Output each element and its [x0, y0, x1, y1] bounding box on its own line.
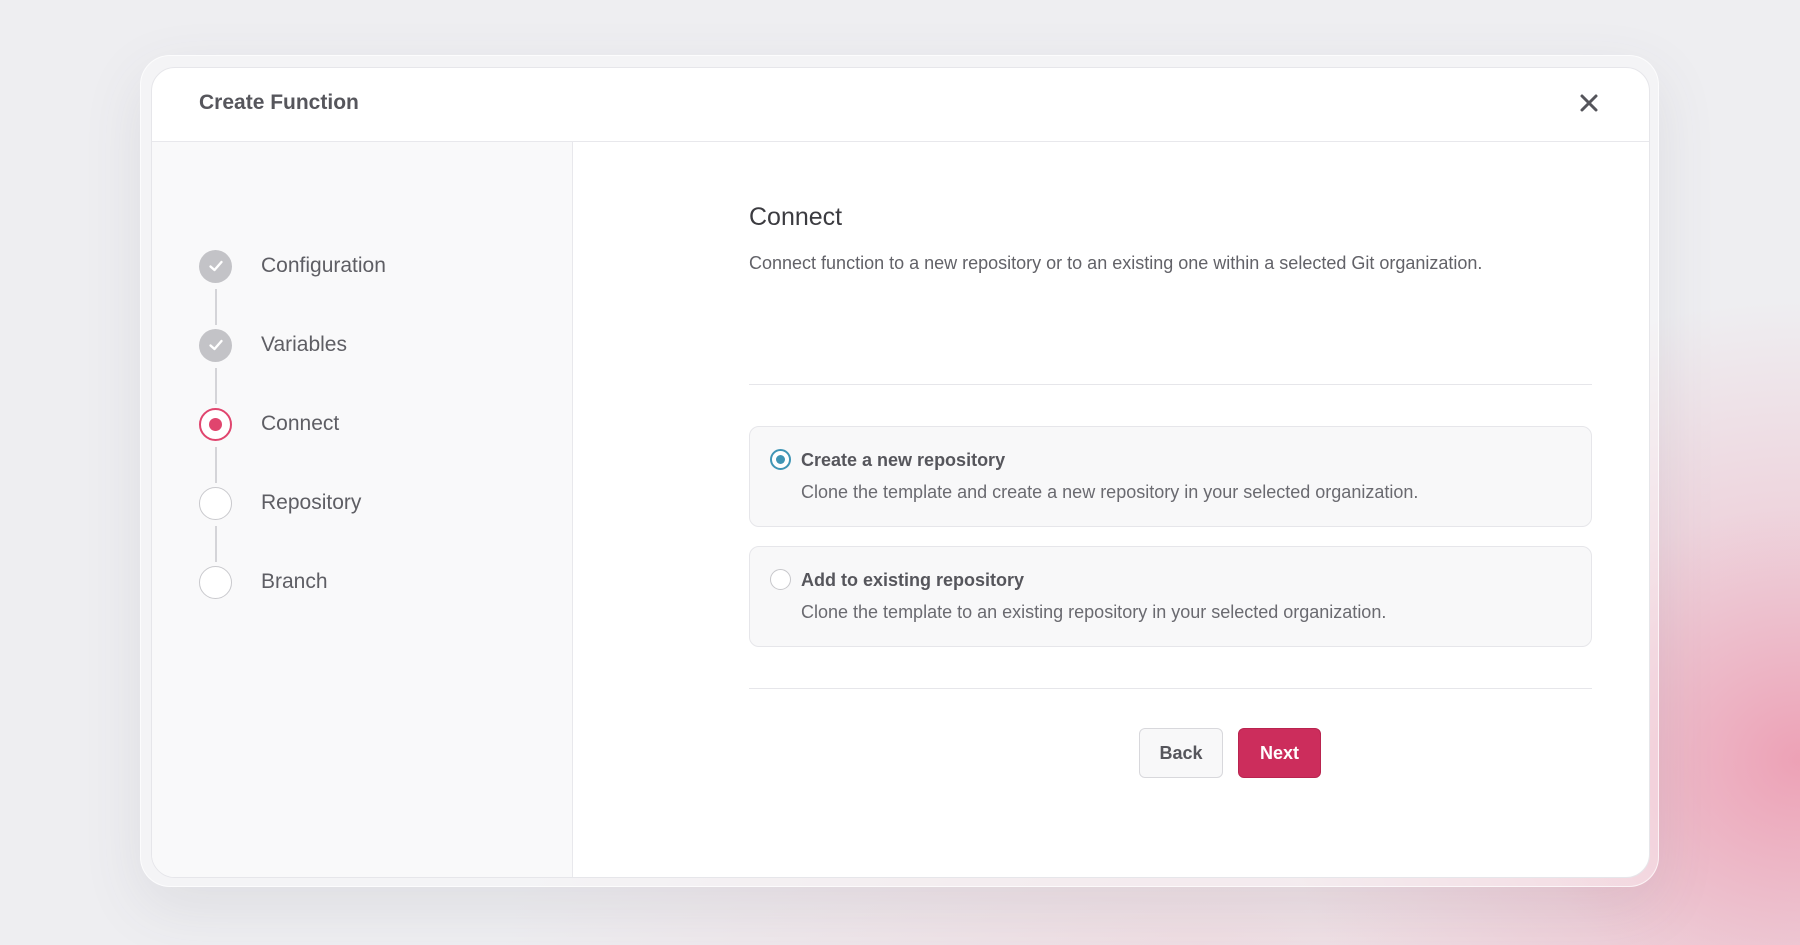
step-connect[interactable]: Connect	[199, 407, 539, 441]
create-function-modal: Create Function Configuration Variables	[151, 67, 1650, 878]
close-button[interactable]	[1575, 89, 1603, 117]
option-description: Clone the template to an existing reposi…	[801, 602, 1387, 622]
step-current-indicator	[199, 407, 232, 441]
step-label: Repository	[261, 491, 362, 514]
empty-circle-icon	[199, 486, 232, 520]
step-completed-indicator	[199, 328, 232, 362]
step-label: Connect	[261, 412, 340, 435]
step-completed-indicator	[199, 249, 232, 283]
divider	[749, 688, 1592, 689]
step-connector	[215, 289, 217, 325]
option-title: Create a new repository	[801, 450, 1006, 470]
option-title: Add to existing repository	[801, 570, 1025, 590]
dot-icon	[209, 417, 222, 431]
close-icon	[1580, 94, 1598, 112]
check-icon	[208, 260, 223, 272]
step-connector	[215, 526, 217, 562]
step-connector	[215, 447, 217, 483]
option-create-new-repository[interactable]: Create a new repository Clone the templa…	[749, 426, 1592, 527]
step-label: Configuration	[261, 254, 386, 277]
step-variables[interactable]: Variables	[199, 328, 539, 362]
check-icon	[208, 339, 223, 351]
main-content: Connect Connect function to a new reposi…	[573, 142, 1649, 877]
section-description: Connect function to a new repository or …	[749, 253, 1483, 273]
radio-unselected[interactable]	[770, 569, 791, 590]
radio-dot	[776, 455, 785, 464]
option-description: Clone the template and create a new repo…	[801, 482, 1419, 502]
option-add-existing-repository[interactable]: Add to existing repository Clone the tem…	[749, 546, 1592, 647]
modal-header: Create Function	[152, 68, 1649, 142]
divider	[749, 384, 1592, 385]
back-button[interactable]: Back	[1139, 728, 1223, 778]
step-repository[interactable]: Repository	[199, 486, 539, 520]
radio-selected[interactable]	[770, 449, 791, 470]
step-label: Variables	[261, 333, 347, 356]
empty-circle-icon	[199, 565, 232, 599]
step-connector	[215, 368, 217, 404]
modal-title: Create Function	[199, 91, 359, 114]
step-configuration[interactable]: Configuration	[199, 249, 539, 283]
step-branch[interactable]: Branch	[199, 565, 539, 599]
next-button[interactable]: Next	[1238, 728, 1321, 778]
step-label: Branch	[261, 570, 328, 593]
section-title: Connect	[749, 203, 843, 231]
steps-sidebar: Configuration Variables Connect Reposito…	[152, 142, 573, 877]
